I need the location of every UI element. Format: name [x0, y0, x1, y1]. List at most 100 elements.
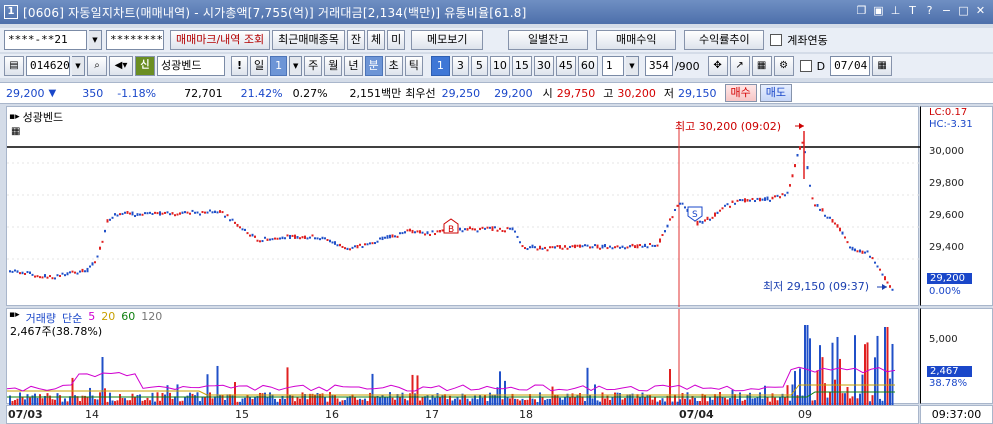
- trade-mark-button[interactable]: 매매마크/내역 조회: [170, 30, 271, 50]
- period-dropdown[interactable]: ▼: [289, 56, 303, 76]
- crosshair-icon[interactable]: ✥: [707, 56, 728, 76]
- interval-10-button[interactable]: 10: [489, 56, 510, 76]
- data-count-input[interactable]: 354: [644, 56, 673, 76]
- price-candle: [19, 272, 21, 275]
- trade-profit-button[interactable]: 매매수익: [596, 30, 677, 50]
- calendar-icon[interactable]: ▦: [872, 56, 893, 76]
- year-button[interactable]: 년: [344, 56, 363, 76]
- x-label-15: 15: [235, 408, 249, 421]
- trend-tool-icon[interactable]: ↗: [729, 56, 750, 76]
- speaker-icon[interactable]: ◀▾: [109, 56, 133, 76]
- volume-bar: [539, 392, 541, 405]
- return-trend-button[interactable]: 수익률추이: [684, 30, 765, 50]
- daily-balance-button[interactable]: 일별잔고: [508, 30, 589, 50]
- second-button[interactable]: 초: [384, 56, 403, 76]
- volume-bar: [396, 394, 399, 405]
- volume-bar: [794, 371, 796, 405]
- high-annotation: 최고 30,200 (09:02): [675, 120, 782, 133]
- settings-icon[interactable]: ⚙: [773, 56, 794, 76]
- recent-trades-button[interactable]: 최근매매종목: [272, 30, 345, 50]
- custom-interval-input[interactable]: 1: [601, 56, 624, 76]
- close-icon[interactable]: ✕: [974, 4, 987, 18]
- balance-button[interactable]: 잔: [346, 30, 366, 50]
- account-dropdown[interactable]: ▼: [89, 30, 102, 50]
- price-candle: [329, 239, 331, 243]
- interval-30-button[interactable]: 30: [533, 56, 554, 76]
- price-candle: [649, 243, 651, 246]
- price-candle: [166, 211, 169, 214]
- volume-bar: [716, 396, 719, 405]
- month-button[interactable]: 월: [324, 56, 343, 76]
- week-button[interactable]: 주: [304, 56, 323, 76]
- price-chart-panel[interactable]: ▪▸ 성광벤드 ▦ BS 최고 30,200 (09:02) 최저 29,150…: [6, 106, 920, 307]
- custom-interval-dropdown[interactable]: ▼: [625, 56, 639, 76]
- price-candle: [79, 270, 81, 273]
- save-icon[interactable]: ▦: [751, 56, 772, 76]
- minimize-icon[interactable]: −: [940, 4, 953, 18]
- volume-bar: [39, 394, 41, 405]
- price-candle: [359, 243, 361, 246]
- interval-15-button[interactable]: 15: [511, 56, 532, 76]
- price-candle: [536, 248, 539, 251]
- price-candle: [489, 226, 491, 229]
- price-candle: [566, 247, 569, 250]
- interval-3-button[interactable]: 3: [451, 56, 469, 76]
- interval-45-button[interactable]: 45: [555, 56, 576, 76]
- price-candle: [351, 246, 354, 249]
- chart-list-icon[interactable]: ▤: [4, 56, 24, 76]
- maximize-icon[interactable]: □: [957, 4, 970, 18]
- price-candle: [289, 234, 291, 239]
- sell-button[interactable]: 매도: [759, 84, 793, 102]
- volume-bar: [504, 380, 506, 405]
- buy-button[interactable]: 매수: [724, 84, 757, 102]
- interval-1-button[interactable]: 1: [430, 56, 450, 76]
- restore-icon[interactable]: ❐: [855, 4, 868, 18]
- price-candle: [49, 275, 51, 278]
- volume-bar: [551, 386, 554, 405]
- stock-code-input[interactable]: 014620: [26, 56, 70, 76]
- price-candle: [656, 244, 659, 247]
- account-input[interactable]: ****-**21: [4, 30, 87, 50]
- memo-button[interactable]: 메모보기: [411, 30, 484, 50]
- price-candle: [639, 244, 641, 247]
- pin-icon[interactable]: ⊥: [889, 4, 902, 18]
- executed-button[interactable]: 체: [367, 30, 386, 50]
- price-candle: [14, 269, 16, 272]
- interval-5-button[interactable]: 5: [470, 56, 488, 76]
- search-icon[interactable]: ⌕: [87, 56, 107, 76]
- price-candle: [334, 241, 336, 245]
- unexecuted-button[interactable]: 미: [387, 30, 406, 50]
- help-icon[interactable]: ?: [923, 4, 936, 18]
- price-candle: [751, 197, 754, 201]
- volume-bar: [329, 392, 331, 405]
- period-day-label[interactable]: 일: [250, 56, 269, 76]
- date-input[interactable]: 07/04: [830, 56, 871, 76]
- volume-bar: [756, 397, 759, 405]
- interval-60-button[interactable]: 60: [577, 56, 598, 76]
- volume-chart-panel[interactable]: ▪▸ 거래량 단순 5 20 60 120 2,467주(38.78%): [6, 308, 919, 405]
- volume-bar: [131, 393, 134, 405]
- volume-bar: [639, 396, 641, 405]
- price-candle: [614, 246, 616, 249]
- volume-bar: [636, 394, 639, 405]
- price-candle: [386, 235, 389, 239]
- volume-bar: [859, 393, 861, 405]
- volume-bar: [866, 342, 869, 405]
- warning-button[interactable]: !: [231, 56, 249, 76]
- price-candle: [129, 212, 131, 215]
- font-icon[interactable]: T: [906, 4, 919, 18]
- period-value[interactable]: 1: [270, 56, 288, 76]
- window-list-icon[interactable]: ▣: [872, 4, 885, 18]
- volume-bar: [846, 386, 849, 405]
- volume-bar: [169, 392, 171, 405]
- minute-button[interactable]: 분: [364, 56, 383, 76]
- price-candle: [116, 214, 119, 217]
- price-candle: [541, 247, 544, 250]
- tick-button[interactable]: 틱: [404, 56, 423, 76]
- price-candle: [884, 276, 886, 281]
- password-input[interactable]: ********: [106, 30, 164, 50]
- volume-bar: [174, 396, 176, 405]
- account-link-checkbox[interactable]: [770, 34, 783, 46]
- date-checkbox[interactable]: [799, 60, 812, 72]
- stock-code-dropdown[interactable]: ▼: [72, 56, 85, 76]
